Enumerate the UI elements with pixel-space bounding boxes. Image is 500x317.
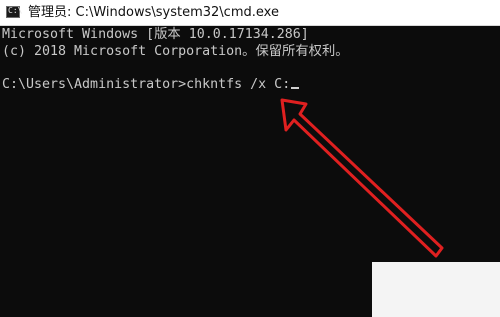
command-text: chkntfs /x C:: [186, 77, 291, 92]
cmd-icon[interactable]: C:\: [6, 6, 23, 18]
command-line[interactable]: C:\Users\Administrator>chkntfs /x C:: [2, 77, 300, 93]
corner-watermark-patch: [372, 262, 500, 317]
title-bar[interactable]: C:\ 管理员: C:\Windows\system32\cmd.exe: [0, 0, 500, 26]
copyright-line: (c) 2018 Microsoft Corporation。保留所有权利。: [2, 44, 349, 59]
text-cursor: [291, 87, 300, 89]
version-line: Microsoft Windows [版本 10.0.17134.286]: [2, 27, 309, 42]
window-title: 管理员: C:\Windows\system32\cmd.exe: [28, 5, 279, 20]
prompt-text: C:\Users\Administrator>: [2, 77, 187, 92]
cmd-icon-glyph: C:\: [8, 6, 23, 15]
cmd-window: C:\ 管理员: C:\Windows\system32\cmd.exe Mic…: [0, 0, 500, 317]
